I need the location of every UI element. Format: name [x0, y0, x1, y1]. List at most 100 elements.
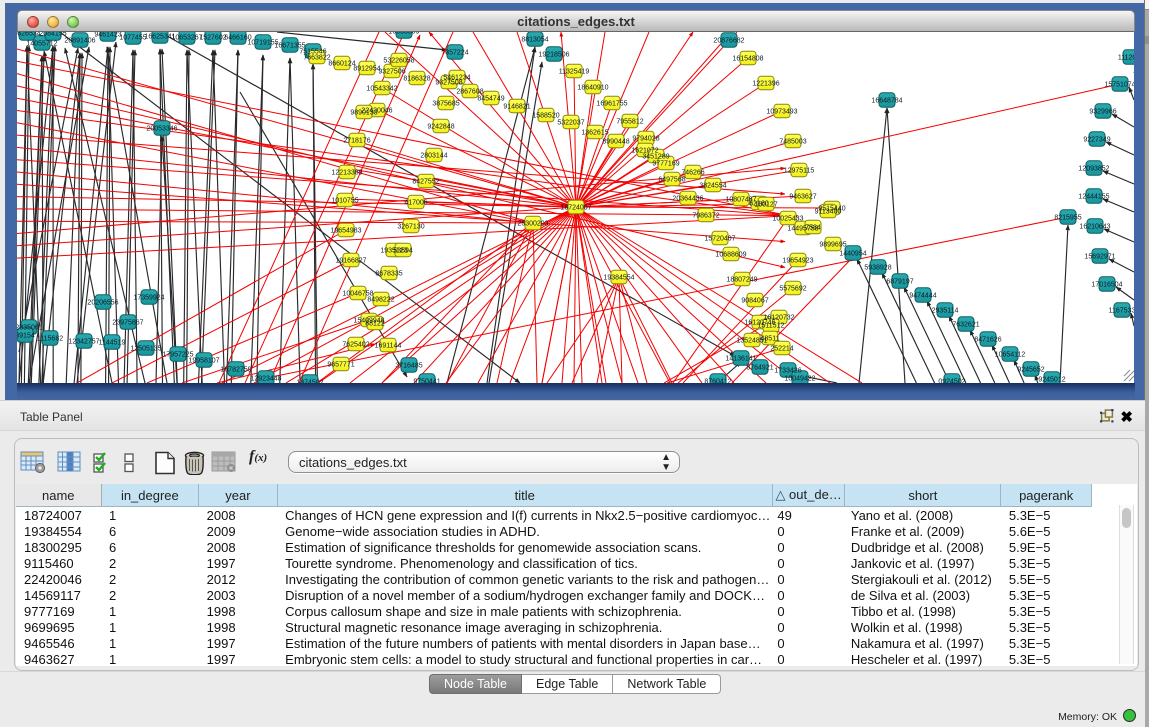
svg-text:8760412: 8760412	[704, 379, 731, 384]
svg-text:8454749: 8454749	[477, 96, 504, 103]
svg-text:9899695: 9899695	[819, 242, 846, 249]
svg-text:19654923: 19654923	[782, 258, 813, 265]
svg-text:17359924: 17359924	[133, 295, 164, 302]
svg-text:1077455: 1077455	[119, 35, 146, 42]
svg-text:8678335: 8678335	[375, 271, 402, 278]
svg-text:1691144: 1691144	[375, 343, 402, 350]
svg-text:19166827: 19166827	[335, 258, 366, 265]
svg-text:1115682: 1115682	[37, 336, 63, 343]
svg-text:5575692: 5575692	[779, 286, 806, 293]
svg-text:9113400: 9113400	[815, 209, 842, 216]
svg-text:7357224: 7357224	[441, 50, 468, 57]
svg-text:8498222: 8498222	[367, 297, 394, 304]
svg-text:14136141: 14136141	[725, 356, 756, 363]
svg-text:3716485: 3716485	[395, 363, 422, 370]
svg-text:20891406: 20891406	[64, 38, 95, 45]
svg-text:12342757: 12342757	[68, 339, 99, 346]
svg-text:9327506: 9327506	[378, 69, 405, 76]
svg-text:15720407: 15720407	[704, 236, 735, 243]
svg-text:1144519: 1144519	[99, 340, 126, 347]
svg-text:160127: 160127	[754, 202, 777, 209]
svg-text:16648784: 16648784	[871, 98, 902, 105]
svg-text:7986372: 7986372	[692, 213, 719, 220]
svg-text:10688609: 10688609	[715, 252, 746, 259]
svg-text:18640910: 18640910	[577, 85, 608, 92]
svg-text:3875685: 3875685	[432, 101, 459, 108]
svg-text:6879197: 6879197	[886, 279, 913, 286]
svg-text:8813054: 8813054	[521, 37, 548, 44]
svg-text:5461234: 5461234	[443, 75, 470, 82]
svg-text:0924502: 0924502	[938, 379, 965, 384]
svg-text:1440954: 1440954	[839, 251, 866, 258]
svg-text:16782759: 16782759	[220, 367, 251, 374]
svg-text:8427552: 8427552	[412, 179, 439, 186]
svg-text:3824554: 3824554	[699, 183, 726, 190]
svg-text:53226058: 53226058	[383, 58, 414, 65]
svg-text:8764921: 8764921	[746, 365, 773, 372]
svg-text:10543342: 10543342	[366, 86, 397, 93]
svg-text:39154: 39154	[17, 333, 35, 340]
svg-text:12093852: 12093852	[1078, 166, 1109, 173]
svg-text:10654112: 10654112	[995, 352, 1026, 359]
svg-text:10653267: 10653267	[171, 35, 202, 42]
svg-text:7955812: 7955812	[616, 119, 643, 126]
svg-text:1362615: 1362615	[581, 130, 608, 137]
svg-text:9474444: 9474444	[909, 293, 936, 300]
svg-text:3451289: 3451289	[642, 154, 669, 161]
svg-text:15751074: 15751074	[1104, 82, 1134, 89]
svg-text:16154808: 16154808	[732, 56, 763, 63]
svg-text:9084067: 9084067	[741, 298, 768, 305]
svg-text:8186328: 8186328	[403, 76, 430, 83]
svg-text:1527602: 1527602	[199, 35, 226, 42]
svg-text:19384554: 19384554	[603, 275, 634, 282]
svg-text:9245012: 9245012	[1038, 377, 1065, 384]
svg-text:417006: 417006	[404, 200, 427, 207]
svg-text:12923448: 12923448	[250, 376, 281, 383]
svg-text:19654983: 19654983	[330, 228, 361, 235]
svg-text:8215955: 8215955	[1054, 215, 1081, 222]
svg-text:252214: 252214	[770, 346, 793, 353]
svg-text:20206556: 20206556	[87, 300, 118, 307]
svg-text:746266: 746266	[681, 170, 704, 177]
svg-text:16961755: 16961755	[596, 101, 627, 108]
svg-text:16210643: 16210643	[1079, 224, 1110, 231]
svg-text:25300203: 25300203	[517, 221, 548, 228]
svg-text:15692971: 15692971	[1084, 254, 1115, 261]
svg-text:2935114: 2935114	[932, 308, 959, 315]
svg-text:19958107: 19958107	[188, 358, 219, 365]
svg-text:1112045: 1112045	[1118, 55, 1134, 62]
svg-text:9329966: 9329966	[1089, 109, 1116, 116]
svg-text:2084155: 2084155	[39, 32, 66, 38]
svg-text:16033809: 16033809	[388, 32, 419, 36]
svg-text:9227349: 9227349	[1083, 137, 1110, 144]
svg-text:12505135: 12505135	[130, 346, 161, 353]
svg-text:7632621: 7632621	[952, 322, 979, 329]
svg-text:2718176: 2718176	[343, 138, 370, 145]
svg-text:48511: 48511	[761, 336, 780, 343]
svg-text:53594: 53594	[393, 248, 413, 255]
svg-text:10973493: 10973493	[766, 109, 797, 116]
svg-text:10025433: 10025433	[772, 216, 803, 223]
svg-text:2835061: 2835061	[17, 325, 43, 332]
svg-text:1733426: 1733426	[774, 368, 801, 375]
svg-text:8990448: 8990448	[602, 139, 629, 146]
svg-text:1588520: 1588520	[532, 113, 559, 120]
svg-text:88122: 88122	[365, 321, 385, 328]
svg-text:17016504: 17016504	[1091, 282, 1122, 289]
svg-text:9794028: 9794028	[632, 136, 659, 143]
svg-text:7663822: 7663822	[303, 55, 330, 62]
svg-text:9750441: 9750441	[413, 379, 440, 384]
svg-text:1221396: 1221396	[752, 81, 779, 88]
svg-text:5322037: 5322037	[557, 120, 584, 127]
svg-text:20876682: 20876682	[713, 38, 744, 45]
svg-text:1511512: 1511512	[758, 323, 785, 330]
svg-text:9657771: 9657771	[327, 362, 354, 369]
svg-text:12213389: 12213389	[331, 170, 362, 177]
svg-text:9890133: 9890133	[350, 110, 377, 117]
svg-text:23975867: 23975867	[112, 320, 143, 327]
svg-text:2803144: 2803144	[420, 153, 447, 160]
svg-text:1167533: 1167533	[1109, 308, 1134, 315]
svg-text:7485003: 7485003	[779, 139, 806, 146]
svg-text:18724007: 18724007	[560, 205, 591, 212]
svg-text:5938928: 5938928	[864, 265, 891, 272]
